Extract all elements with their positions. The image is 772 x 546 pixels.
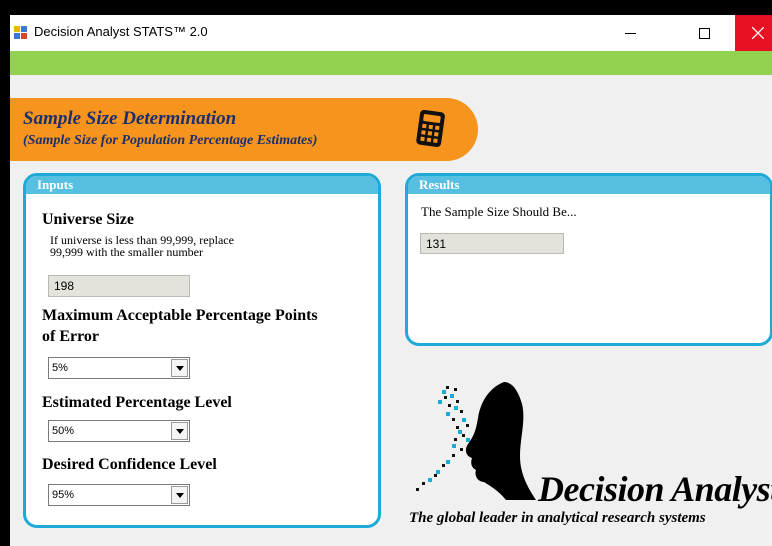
results-panel: Results The Sample Size Should Be... 131	[405, 173, 772, 346]
estimated-percentage-value: 50%	[52, 425, 75, 437]
max-error-select[interactable]: 5%	[48, 357, 190, 379]
decision-analyst-logo	[416, 382, 536, 500]
dropdown-button[interactable]	[171, 422, 188, 440]
calculator-icon	[416, 110, 445, 147]
universe-help-line2: 99,999 with the smaller number	[50, 245, 203, 259]
maximize-icon	[698, 27, 710, 39]
dropdown-button[interactable]	[171, 486, 188, 504]
app-icon	[14, 26, 27, 39]
estimated-percentage-select[interactable]: 50%	[48, 420, 190, 442]
chevron-down-icon	[175, 492, 184, 498]
banner-title: Sample Size Determination	[23, 108, 237, 129]
chevron-down-icon	[175, 365, 184, 371]
confidence-level-label: Desired Confidence Level	[42, 456, 217, 473]
results-label: The Sample Size Should Be...	[421, 204, 577, 219]
estimated-percentage-label: Estimated Percentage Level	[42, 394, 232, 411]
maximize-button[interactable]	[681, 15, 727, 51]
app-window: Decision Analyst STATS™ 2.0 Sample Size …	[10, 15, 772, 546]
banner-subtitle: (Sample Size for Population Percentage E…	[23, 133, 318, 148]
universe-size-field[interactable]: 198	[48, 275, 190, 297]
max-error-label-line2: of Error	[42, 328, 100, 345]
results-header: Results	[408, 176, 770, 194]
minimize-icon	[624, 32, 636, 34]
menu-strip	[10, 51, 772, 75]
inputs-panel: Inputs Universe Size If universe is less…	[23, 173, 381, 528]
confidence-level-select[interactable]: 95%	[48, 484, 190, 506]
brand-name: Decision Analyst	[538, 469, 772, 509]
max-error-label-line1: Maximum Acceptable Percentage Points	[42, 307, 318, 324]
title-bar[interactable]: Decision Analyst STATS™ 2.0	[10, 15, 772, 51]
close-button[interactable]	[735, 15, 772, 51]
chevron-down-icon	[175, 428, 184, 434]
brand-tagline: The global leader in analytical research…	[409, 510, 706, 526]
max-error-value: 5%	[52, 362, 68, 374]
confidence-level-value: 95%	[52, 489, 75, 501]
universe-size-label: Universe Size	[42, 211, 134, 228]
sample-size-result[interactable]: 131	[420, 233, 564, 254]
window-title: Decision Analyst STATS™ 2.0	[34, 24, 208, 39]
inputs-header: Inputs	[26, 176, 378, 194]
dropdown-button[interactable]	[171, 359, 188, 377]
minimize-button[interactable]	[607, 15, 653, 51]
close-icon	[752, 27, 764, 39]
